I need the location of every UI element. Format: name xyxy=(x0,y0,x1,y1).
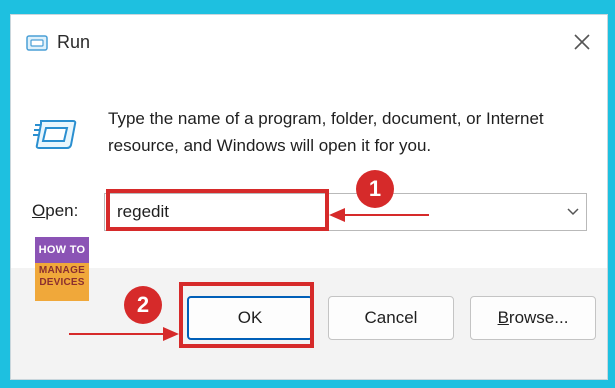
run-app-icon xyxy=(33,120,77,149)
browse-label: rowse... xyxy=(508,308,569,327)
browse-button[interactable]: Browse... xyxy=(470,296,596,340)
logo-line-3: DEVICES xyxy=(39,277,85,288)
step-1-badge: 1 xyxy=(356,170,394,208)
ok-button[interactable]: OK xyxy=(187,296,313,340)
browse-access-key: B xyxy=(497,308,509,327)
how-to-manage-devices-logo: HOW TO MANAGE DEVICES xyxy=(35,237,89,301)
step-2-badge: 2 xyxy=(124,286,162,324)
title-bar: Run xyxy=(11,15,607,71)
run-dialog: Run Type the name of a program, folder, … xyxy=(10,14,608,380)
open-input[interactable] xyxy=(105,194,535,230)
logo-line-2: MANAGE xyxy=(38,265,86,276)
cancel-button[interactable]: Cancel xyxy=(328,296,454,340)
logo-line-1: HOW TO xyxy=(35,237,89,263)
chevron-down-icon[interactable] xyxy=(566,204,580,218)
open-label-text: pen: xyxy=(45,201,79,220)
instructions-text: Type the name of a program, folder, docu… xyxy=(108,109,544,155)
window-title: Run xyxy=(57,32,91,52)
open-label-access-key: O xyxy=(32,201,46,220)
run-icon xyxy=(26,35,48,51)
close-icon[interactable] xyxy=(571,31,593,53)
open-label: Open: xyxy=(32,201,78,221)
open-combobox[interactable] xyxy=(104,193,587,231)
